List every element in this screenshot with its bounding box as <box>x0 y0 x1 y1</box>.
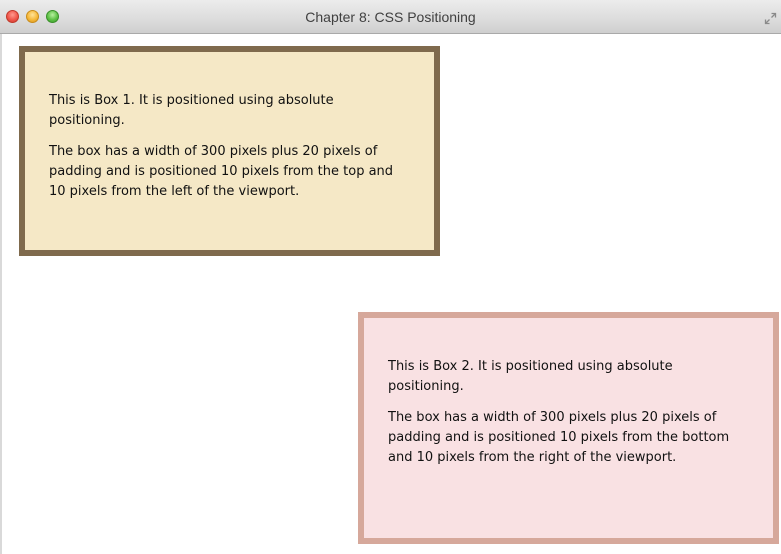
fullscreen-icon[interactable] <box>764 10 777 25</box>
box-2-intro-text: This is Box 2. It is positioned using ab… <box>388 359 673 394</box>
title-bar[interactable]: Chapter 8: CSS Positioning <box>0 0 781 34</box>
window-edge <box>0 34 2 554</box>
box-2: This is Box 2. It is positioned using ab… <box>358 312 779 544</box>
box-1: This is Box 1. It is positioned using ab… <box>19 46 440 256</box>
page-viewport: This is Box 1. It is positioned using ab… <box>0 34 781 554</box>
box-1-intro-text: This is Box 1. It is positioned using ab… <box>49 93 334 128</box>
box-2-detail-text: The box has a width of 300 pixels plus 2… <box>388 410 730 465</box>
window-title: Chapter 8: CSS Positioning <box>305 9 476 25</box>
browser-window: Chapter 8: CSS Positioning This is Box 1… <box>0 0 781 554</box>
box-1-detail-text: The box has a width of 300 pixels plus 2… <box>49 144 394 199</box>
